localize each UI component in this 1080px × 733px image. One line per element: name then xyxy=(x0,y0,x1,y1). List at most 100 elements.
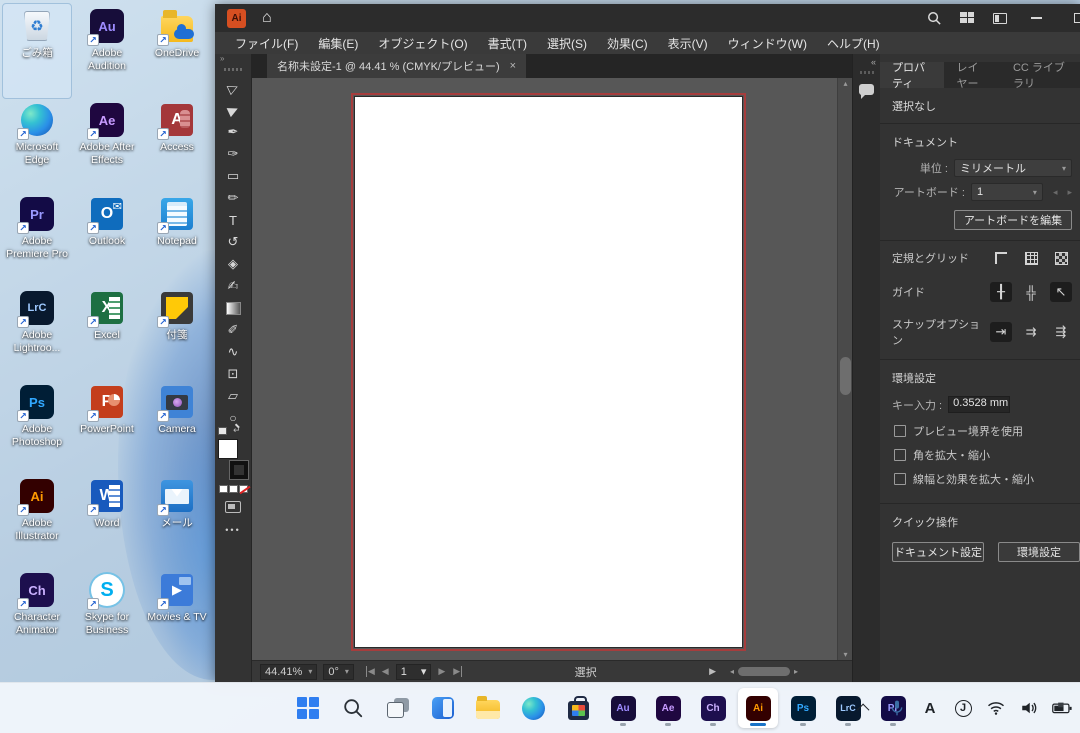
show-guides-icon[interactable]: ╂ xyxy=(990,282,1012,302)
comments-panel-icon[interactable] xyxy=(859,84,874,95)
horizontal-scroll-thumb[interactable] xyxy=(738,667,790,676)
expand-panels-icon[interactable]: « xyxy=(871,57,880,67)
menu-edit[interactable]: 編集(E) xyxy=(308,35,368,52)
minimize-button[interactable] xyxy=(1031,17,1042,19)
toolbar-collapse-icon[interactable]: » xyxy=(215,54,251,66)
close-tab-icon[interactable]: × xyxy=(510,60,516,72)
menu-help[interactable]: ヘルプ(H) xyxy=(817,35,890,52)
tray-overflow-button[interactable] xyxy=(854,696,874,720)
snap-to-pixel-icon[interactable]: ⇶ xyxy=(1050,322,1072,342)
rotation-select[interactable]: 0° ▾ xyxy=(323,664,354,680)
lock-guides-icon[interactable]: ╬ xyxy=(1020,282,1042,302)
maximize-button[interactable] xyxy=(1074,13,1080,23)
direct-selection-tool[interactable]: ▶ xyxy=(219,99,247,121)
desktop-icon-word[interactable]: W↗ Word xyxy=(73,474,141,568)
artboard-number-select[interactable]: 1 ▾ xyxy=(396,664,432,680)
menu-type[interactable]: 書式(T) xyxy=(478,35,537,52)
start-button[interactable] xyxy=(288,688,328,728)
edit-artboards-button[interactable]: アートボードを編集 xyxy=(954,210,1072,230)
smart-guides-icon[interactable]: ↖ xyxy=(1050,282,1072,302)
desktop-icon-onedrive[interactable]: ↗ OneDrive xyxy=(143,4,211,98)
taskbar-search-button[interactable] xyxy=(333,688,373,728)
show-rulers-icon[interactable] xyxy=(990,248,1012,268)
artboard-select[interactable]: 1 ▾ xyxy=(971,183,1043,201)
gradient-tool[interactable] xyxy=(219,297,247,319)
desktop-icon-excel[interactable]: X↗ Excel xyxy=(73,286,141,380)
use-preview-bounds-checkbox[interactable] xyxy=(894,425,906,437)
menu-window[interactable]: ウィンドウ(W) xyxy=(718,35,817,52)
first-artboard-icon[interactable]: ◀ xyxy=(366,666,375,677)
gradient-chip[interactable] xyxy=(229,485,238,493)
taskbar-character-animator[interactable]: Ch xyxy=(693,688,733,728)
artboard[interactable] xyxy=(355,97,742,647)
desktop-icon-notepad[interactable]: ↗ Notepad xyxy=(143,192,211,286)
previous-artboard-icon[interactable]: ◀ xyxy=(382,666,389,677)
color-chip[interactable] xyxy=(219,485,228,493)
tab-properties[interactable]: プロパティ xyxy=(880,62,944,88)
unit-select[interactable]: ミリメートル ▾ xyxy=(954,159,1072,177)
taskbar-after-effects[interactable]: Ae xyxy=(648,688,688,728)
desktop-icon-adobe-audition[interactable]: Au↗ Adobe Audition xyxy=(73,4,141,98)
eraser-tool[interactable]: ◈ xyxy=(219,253,247,275)
symbol-sprayer-tool[interactable]: ⊡ xyxy=(219,363,247,385)
desktop-icon-outlook[interactable]: O↗ Outlook xyxy=(73,192,141,286)
microphone-tray-icon[interactable] xyxy=(887,696,907,720)
scroll-left-icon[interactable]: ◂ xyxy=(730,667,734,676)
taskbar-illustrator-active[interactable]: Ai xyxy=(738,688,778,728)
illustrator-app-icon[interactable]: Ai xyxy=(227,9,246,28)
zoom-level-select[interactable]: 44.41% ▾ xyxy=(260,664,317,680)
scale-strokes-effects-checkbox[interactable] xyxy=(894,473,906,485)
eyedropper-tool[interactable]: ✐ xyxy=(219,319,247,341)
stroke-swatch[interactable] xyxy=(230,461,248,479)
scale-corners-checkbox[interactable] xyxy=(894,449,906,461)
rectangle-tool[interactable]: ▭ xyxy=(219,165,247,187)
desktop-icon-camera[interactable]: ↗ Camera xyxy=(143,380,211,474)
draw-mode-icon[interactable] xyxy=(225,501,241,513)
paintbrush-tool[interactable]: ✏ xyxy=(219,187,247,209)
edge-button[interactable] xyxy=(513,688,553,728)
vertical-scrollbar[interactable]: ▴ ▾ xyxy=(837,78,852,660)
volume-icon[interactable] xyxy=(1019,696,1039,720)
search-icon[interactable] xyxy=(927,11,942,26)
canvas[interactable]: ▴ ▾ xyxy=(252,78,852,660)
widgets-button[interactable] xyxy=(423,688,463,728)
edit-toolbar-icon[interactable]: ••• xyxy=(225,525,240,535)
preferences-button[interactable]: 環境設定 xyxy=(998,542,1080,562)
scroll-up-icon[interactable]: ▴ xyxy=(838,79,853,88)
dock-grip[interactable] xyxy=(860,71,874,74)
ime-j-icon[interactable]: J xyxy=(953,696,973,720)
desktop-icon-adobe-lightroom-classic[interactable]: LrC↗ Adobe Lightroo... xyxy=(3,286,71,380)
rotate-tool[interactable]: ↺ xyxy=(219,231,247,253)
document-tab[interactable]: 名称未設定-1 @ 44.41 % (CMYK/プレビュー) × xyxy=(267,54,526,78)
blend-tool[interactable]: ∿ xyxy=(219,341,247,363)
battery-icon[interactable] xyxy=(1052,696,1072,720)
snap-to-point-icon[interactable]: ⇥ xyxy=(990,322,1012,342)
desktop-icon-sticky-notes[interactable]: ↗ 付箋 xyxy=(143,286,211,380)
horizontal-scrollbar[interactable]: ◂ ▸ xyxy=(730,666,838,678)
wifi-icon[interactable] xyxy=(986,696,1006,720)
taskbar-audition[interactable]: Au xyxy=(603,688,643,728)
show-grid-icon[interactable] xyxy=(1020,248,1042,268)
default-fill-stroke-icon[interactable] xyxy=(218,427,227,435)
next-artboard-icon[interactable]: ▸ xyxy=(1067,187,1072,198)
vertical-scroll-thumb[interactable] xyxy=(840,357,851,395)
desktop-icon-adobe-photoshop[interactable]: Ps↗ Adobe Photoshop xyxy=(3,380,71,474)
desktop-icon-access[interactable]: A↗ Access xyxy=(143,98,211,192)
desktop-icon-adobe-illustrator[interactable]: Ai↗ Adobe Illustrator xyxy=(3,474,71,568)
curvature-tool[interactable]: ✑ xyxy=(219,143,247,165)
desktop-icon-movies-tv[interactable]: ↗ Movies & TV xyxy=(143,568,211,662)
workspace-switcher-icon[interactable] xyxy=(960,12,975,24)
menu-file[interactable]: ファイル(F) xyxy=(225,35,308,52)
desktop-icon-skype-for-business[interactable]: S↗ Skype for Business xyxy=(73,568,141,662)
keyboard-increment-input[interactable]: 0.3528 mm xyxy=(948,396,1010,413)
selection-tool[interactable]: ▷ xyxy=(219,77,247,99)
desktop-icon-mail[interactable]: ↗ メール xyxy=(143,474,211,568)
microsoft-store-button[interactable] xyxy=(558,688,598,728)
taskbar-photoshop[interactable]: Ps xyxy=(783,688,823,728)
desktop-icon-adobe-premiere-pro[interactable]: Pr↗ Adobe Premiere Pro xyxy=(3,192,71,286)
shaper-tool[interactable]: ✍ xyxy=(219,275,247,297)
tab-cc-libraries[interactable]: CC ライブラリ xyxy=(1001,62,1080,88)
none-chip[interactable] xyxy=(239,485,248,493)
panel-toggle-icon[interactable] xyxy=(993,13,1007,24)
desktop-icon-adobe-after-effects[interactable]: Ae↗ Adobe After Effects xyxy=(73,98,141,192)
